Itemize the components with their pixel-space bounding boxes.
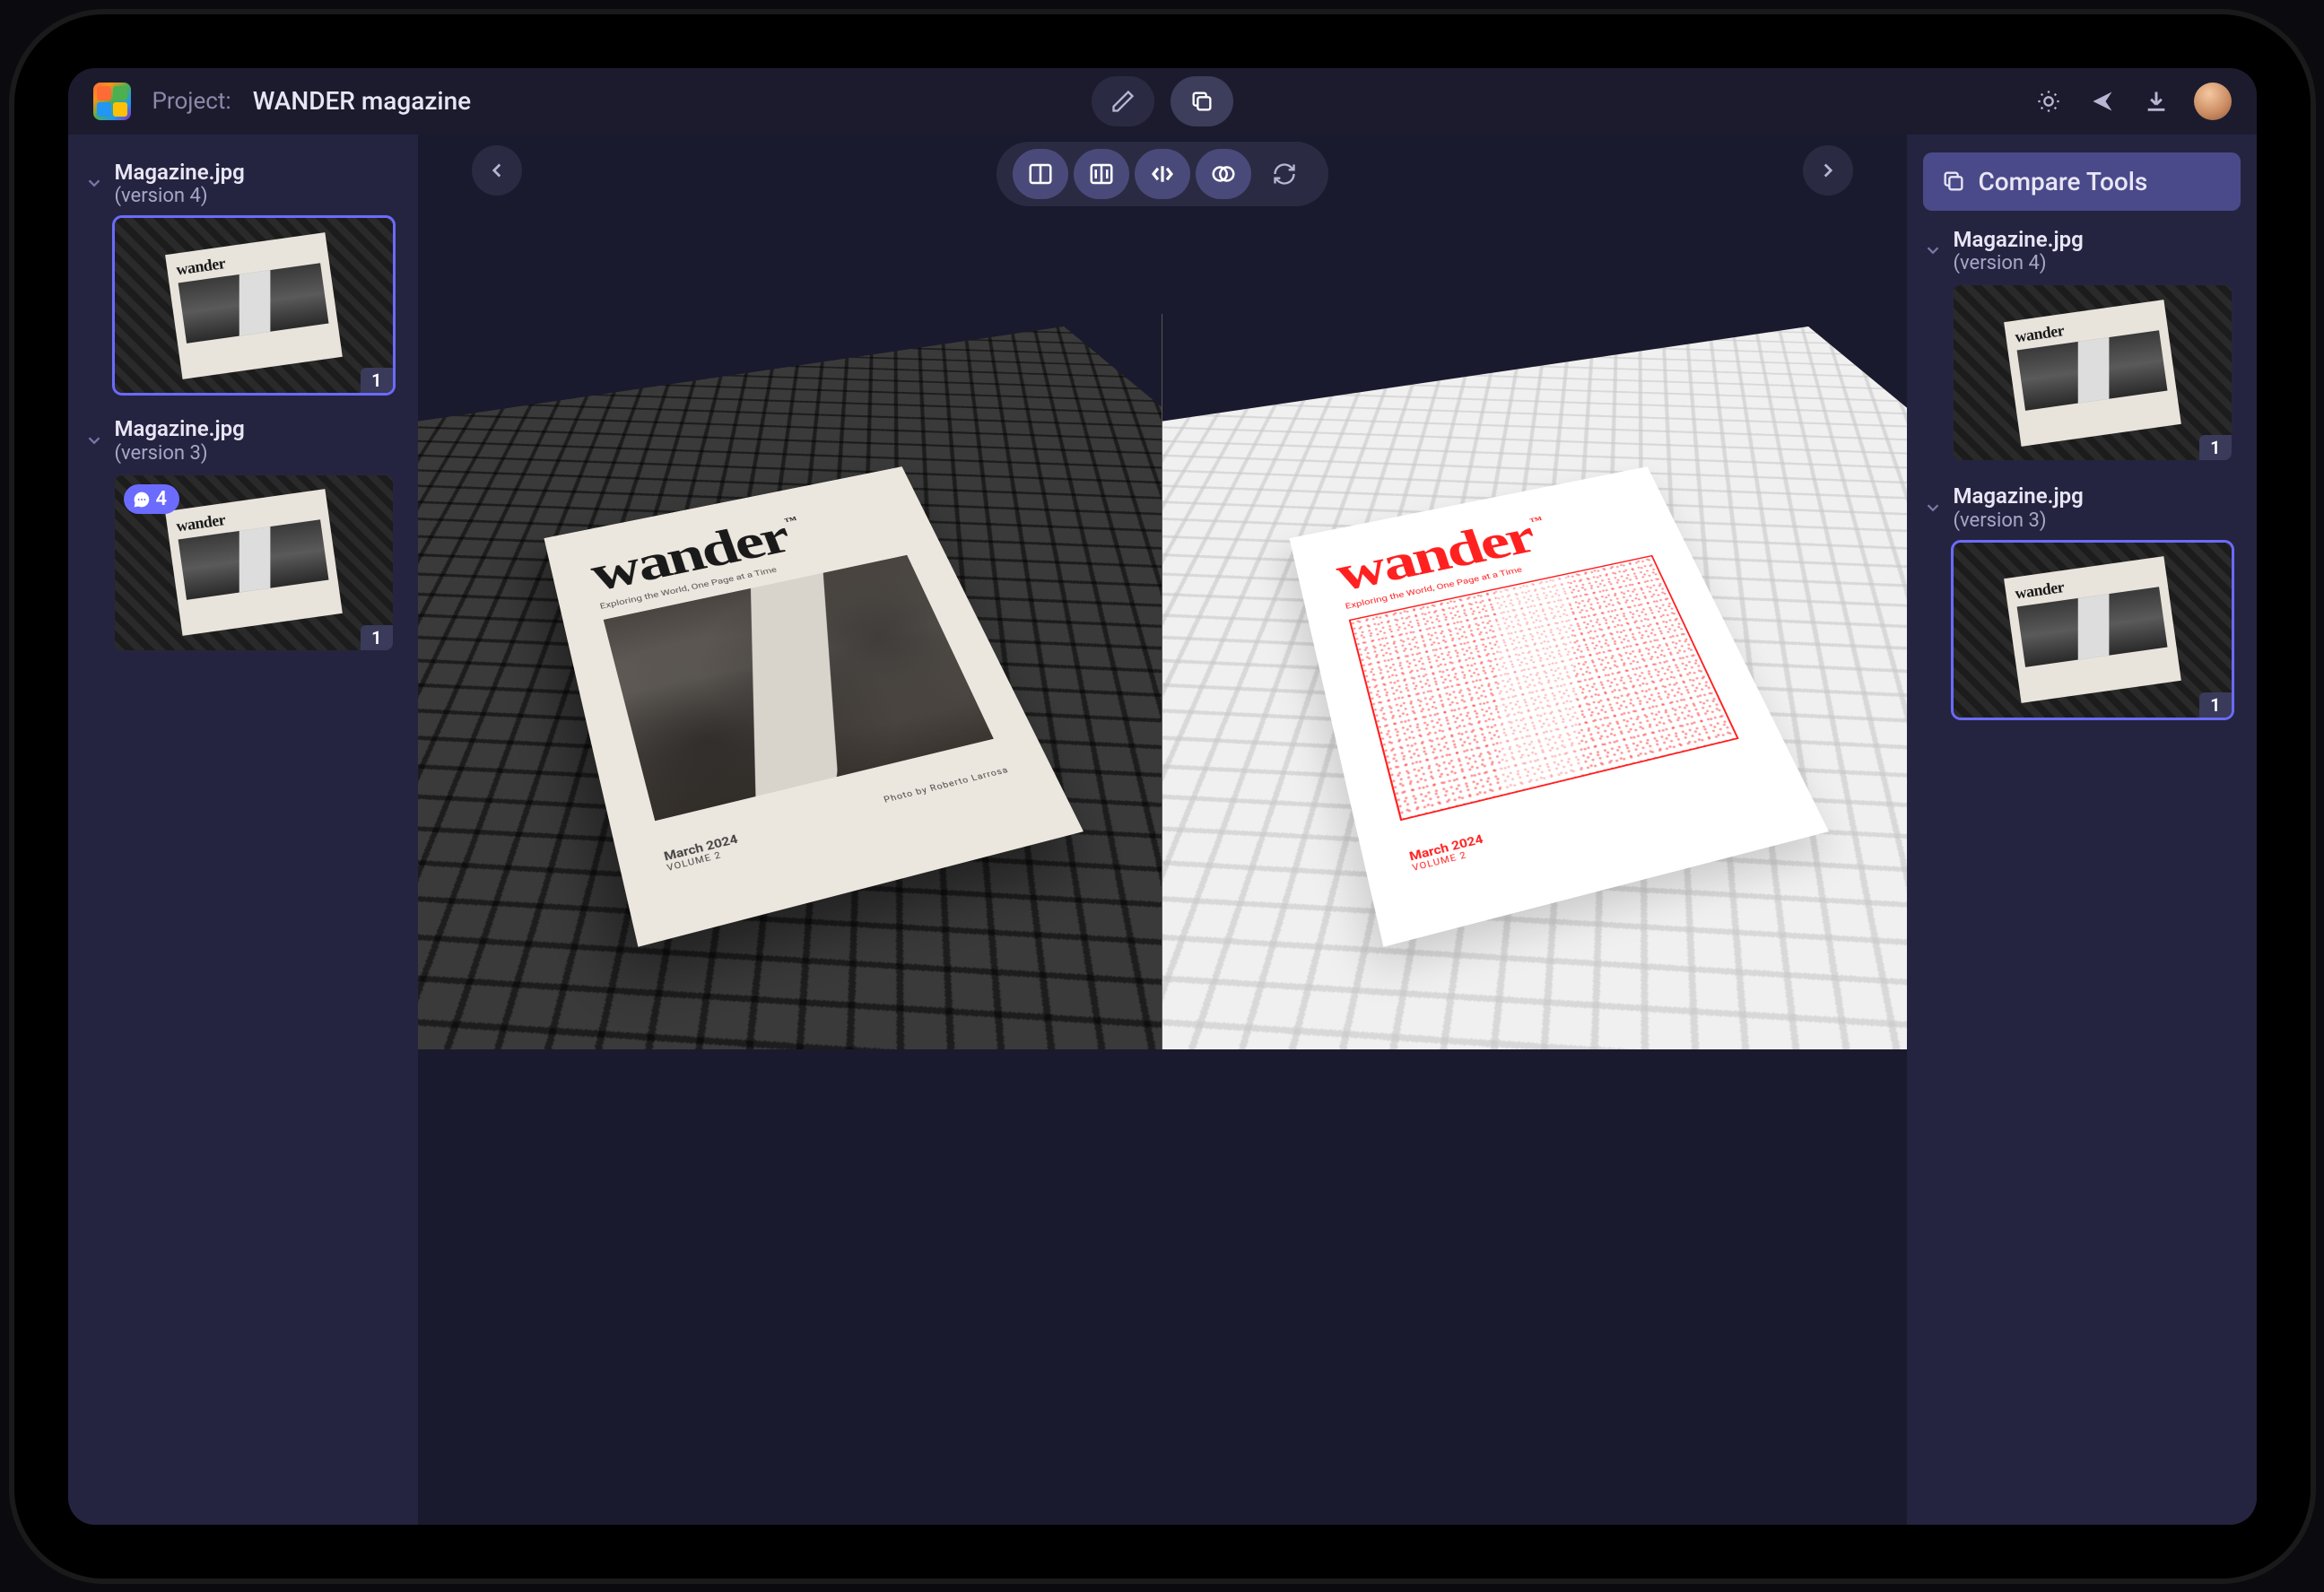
version-filename: Magazine.jpg	[1954, 483, 2084, 509]
version-number: (version 4)	[115, 185, 245, 207]
page-count-badge: 1	[361, 625, 392, 650]
version-header[interactable]: Magazine.jpg (version 4)	[84, 160, 402, 208]
trademark: ™	[1528, 516, 1542, 526]
user-avatar[interactable]	[2194, 83, 2232, 120]
chevron-down-icon	[1923, 240, 1943, 260]
side-by-side-button[interactable]	[1013, 149, 1068, 199]
top-right-actions	[2032, 83, 2232, 120]
page-count-badge: 1	[2199, 435, 2231, 460]
version-group: Magazine.jpg (version 3) wander 1	[1923, 483, 2241, 718]
version-header[interactable]: Magazine.jpg (version 4)	[1923, 227, 2241, 275]
version-thumbnail[interactable]: wander 1	[1954, 285, 2232, 460]
next-button[interactable]	[1803, 145, 1853, 196]
main-area: Magazine.jpg (version 4) wander 1	[68, 135, 2257, 1525]
page-count-badge: 1	[2199, 692, 2231, 718]
download-icon	[2144, 89, 2169, 114]
canvas-area: wander™ Exploring the World, One Page at…	[418, 135, 1907, 1525]
download-button[interactable]	[2140, 85, 2172, 117]
chevron-down-icon	[84, 431, 104, 450]
left-sidebar: Magazine.jpg (version 4) wander 1	[68, 135, 418, 1525]
comment-count: 4	[156, 488, 168, 510]
compare-toolbar	[997, 142, 1328, 206]
brightness-button[interactable]	[2032, 85, 2065, 117]
chevron-down-icon	[84, 173, 104, 193]
project-name: WANDER magazine	[253, 86, 471, 116]
project-label: Project:	[152, 88, 231, 115]
app-screen: Project: WANDER magazine	[68, 68, 2257, 1525]
version-header[interactable]: Magazine.jpg (version 3)	[84, 416, 402, 465]
version-filename: Magazine.jpg	[115, 416, 245, 442]
trademark: ™	[784, 516, 797, 526]
version-number: (version 3)	[1954, 509, 2084, 532]
version-thumbnail[interactable]: wander 1	[1954, 543, 2232, 718]
prev-button[interactable]	[472, 145, 522, 196]
mode-toggle	[1092, 76, 1233, 126]
version-group: Magazine.jpg (version 3) wander	[84, 416, 402, 650]
comparison-view: wander™ Exploring the World, One Page at…	[418, 314, 1907, 1049]
book-view-button[interactable]	[1074, 149, 1129, 199]
version-filename: Magazine.jpg	[115, 160, 245, 186]
pencil-icon	[1110, 89, 1136, 114]
compare-mode-button[interactable]	[1171, 76, 1233, 126]
right-sidebar: Compare Tools Magazine.jpg (version 4)	[1907, 135, 2257, 1525]
overlay-icon	[1210, 161, 1237, 187]
share-icon	[2090, 89, 2115, 114]
duplicate-icon	[1189, 89, 1214, 114]
comment-icon	[133, 491, 151, 509]
version-number: (version 3)	[115, 442, 245, 465]
swap-icon	[1149, 161, 1176, 187]
top-bar: Project: WANDER magazine	[68, 68, 2257, 135]
version-group: Magazine.jpg (version 4) wander 1	[84, 160, 402, 394]
overlay-button[interactable]	[1196, 149, 1251, 199]
chevron-left-icon	[485, 159, 509, 182]
annotate-mode-button[interactable]	[1092, 76, 1154, 126]
magazine-credit: Photo by Roberto Larrosa	[883, 765, 1016, 817]
version-number: (version 4)	[1954, 252, 2084, 274]
app-logo[interactable]	[93, 83, 131, 120]
page-count-badge: 1	[361, 368, 392, 393]
compare-pane-right[interactable]: wander™ Exploring the World, One Page at…	[1162, 314, 1907, 1049]
duplicate-icon	[1941, 169, 1966, 194]
tablet-frame: Project: WANDER magazine	[14, 14, 2311, 1579]
brightness-icon	[2036, 89, 2061, 114]
version-group: Magazine.jpg (version 4) wander 1	[1923, 227, 2241, 461]
split-book-icon	[1088, 161, 1115, 187]
swap-sides-button[interactable]	[1135, 149, 1190, 199]
chevron-right-icon	[1816, 159, 1840, 182]
chevron-down-icon	[1923, 498, 1943, 518]
comment-badge[interactable]: 4	[124, 484, 180, 514]
split-vertical-icon	[1027, 161, 1054, 187]
version-header[interactable]: Magazine.jpg (version 3)	[1923, 483, 2241, 532]
compare-tools-header: Compare Tools	[1923, 152, 2241, 211]
version-filename: Magazine.jpg	[1954, 227, 2084, 253]
version-thumbnail[interactable]: wander 1	[115, 218, 393, 393]
compare-pane-left[interactable]: wander™ Exploring the World, One Page at…	[418, 314, 1163, 1049]
share-button[interactable]	[2086, 85, 2119, 117]
version-thumbnail[interactable]: wander 4 1	[115, 475, 393, 650]
refresh-icon	[1272, 161, 1297, 187]
refresh-button[interactable]	[1257, 149, 1312, 199]
compare-tools-title: Compare Tools	[1979, 167, 2148, 196]
